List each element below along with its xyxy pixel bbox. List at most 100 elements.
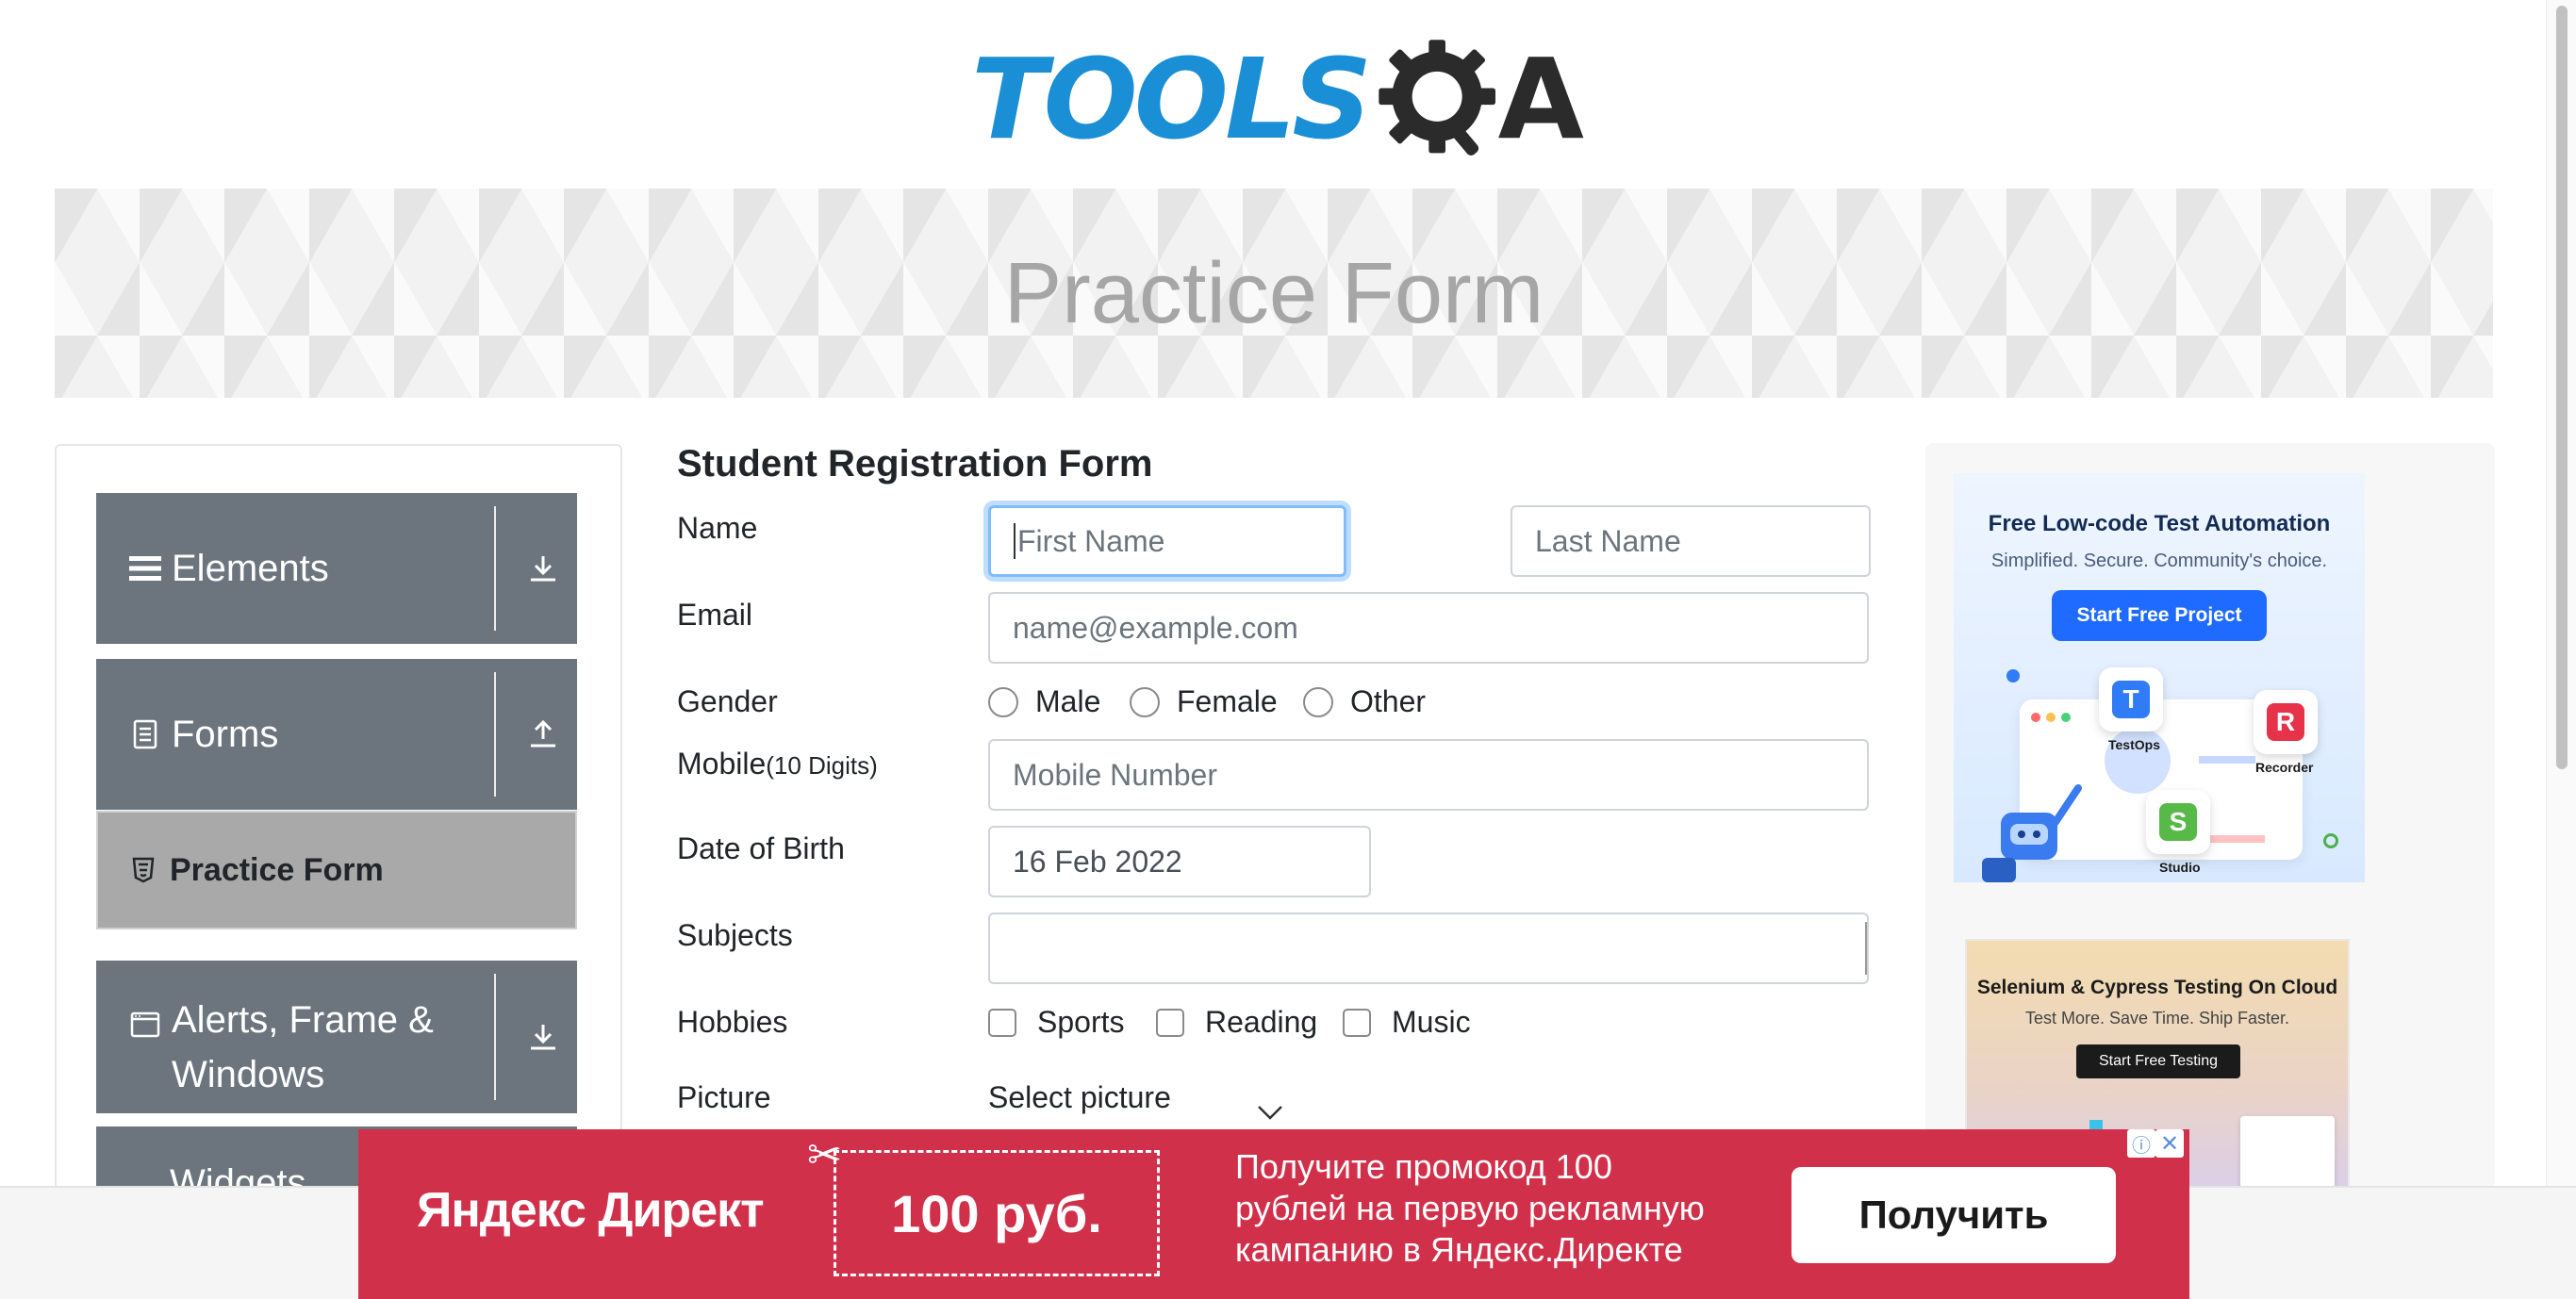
dob-value: 16 Feb 2022 <box>1013 844 1182 879</box>
line-decoration <box>2199 756 2255 764</box>
dot-icon <box>2046 713 2056 722</box>
gender-radio-female[interactable]: Female <box>1130 684 1278 719</box>
logo-text: TOOLS <box>971 34 1372 164</box>
last-name-input[interactable]: Last Name <box>1511 505 1871 577</box>
subjects-label: Subjects <box>677 918 793 952</box>
sidebar-group-alerts-frame-windows[interactable]: Alerts, Frame & Windows <box>96 961 577 1113</box>
ad-subtitle: Test More. Save Time. Ship Faster. <box>2024 1009 2290 1028</box>
dob-label: Date of Birth <box>677 831 845 865</box>
ad-message-line: кампанию в Яндекс.Директе <box>1235 1230 1683 1269</box>
html5-shield-icon <box>126 853 160 887</box>
dot-icon <box>2031 713 2040 722</box>
document-icon <box>128 717 162 751</box>
dot-icon <box>2006 669 2020 682</box>
window-icon <box>128 1008 162 1042</box>
mobile-input[interactable]: Mobile Number <box>988 739 1869 811</box>
checkbox-box[interactable] <box>1343 1008 1371 1037</box>
gear-magnifier-icon <box>1379 40 1496 156</box>
form-title: Student Registration Form <box>677 443 1153 485</box>
upload-arrow-icon[interactable] <box>522 714 564 755</box>
badge-label: Recorder <box>2255 760 2314 775</box>
badge-label: Studio <box>2159 860 2201 875</box>
robot-illustration-icon <box>1982 784 2082 882</box>
recorder-badge: R <box>2254 690 2318 754</box>
ad-subtitle: Simplified. Secure. Community's choice. <box>1990 551 2328 571</box>
hobby-checkbox-sports[interactable]: Sports <box>988 1005 1124 1040</box>
download-arrow-icon[interactable] <box>522 548 564 589</box>
first-name-input[interactable]: First Name <box>988 505 1346 577</box>
radio-label: Other <box>1350 684 1427 718</box>
gender-radio-other[interactable]: Other <box>1303 684 1426 719</box>
hobby-checkbox-reading[interactable]: Reading <box>1156 1005 1317 1040</box>
gender-label: Gender <box>677 684 778 718</box>
first-name-placeholder: First Name <box>1017 523 1165 558</box>
start-free-project-button[interactable]: Start Free Project <box>2052 590 2267 641</box>
gender-radio-male[interactable]: Male <box>988 684 1100 719</box>
chevron-down-icon <box>1258 1106 1282 1120</box>
radio-circle[interactable] <box>1303 686 1333 717</box>
testops-icon: T <box>2112 681 2150 718</box>
radio-label: Male <box>1035 684 1101 718</box>
text-caret <box>1014 523 1016 559</box>
sidebar-group-forms[interactable]: Forms <box>96 659 577 810</box>
select-picture-button[interactable]: Select picture <box>988 1080 1171 1115</box>
page-banner: Practice Form <box>55 189 2493 398</box>
last-name-placeholder: Last Name <box>1535 523 1681 558</box>
radio-circle[interactable] <box>988 686 1018 717</box>
sidebar-item-practice-form[interactable]: Practice Form <box>96 811 577 929</box>
recorder-icon: R <box>2267 703 2304 741</box>
radio-label: Female <box>1177 684 1278 718</box>
checkbox-box[interactable] <box>988 1008 1016 1037</box>
hamburger-icon <box>128 551 162 585</box>
ad-title: Selenium & Cypress Testing On Cloud <box>1976 977 2338 998</box>
divider <box>494 974 496 1100</box>
email-input[interactable]: name@example.com <box>988 592 1869 664</box>
badge-label: TestOps <box>2108 737 2160 752</box>
subjects-input[interactable] <box>988 913 1869 984</box>
date-of-birth-input[interactable]: 16 Feb 2022 <box>988 826 1371 897</box>
mobile-label: Mobile(10 Digits) <box>677 747 878 781</box>
registration-form: Student Registration Form Name First Nam… <box>677 443 1871 1131</box>
ad-close-icon[interactable]: ✕ <box>2155 1129 2184 1158</box>
sidebar-group-elements[interactable]: Elements <box>96 493 577 644</box>
studio-badge: S <box>2146 790 2210 854</box>
ad-column: Free Low-code Test Automation Simplified… <box>1925 443 2495 1188</box>
ring-icon <box>2323 833 2338 848</box>
ad-message-line: рублей на первую рекламную <box>1235 1189 1705 1227</box>
page-scrollbar[interactable] <box>2546 0 2576 1188</box>
sidebar-group-label-line2: Windows <box>172 1054 325 1095</box>
mobile-placeholder: Mobile Number <box>1013 757 1217 792</box>
ad-message-line: Получите промокод 100 <box>1235 1147 1612 1186</box>
checkbox-label: Reading <box>1205 1005 1318 1039</box>
ad-info-icon[interactable]: ⓘ <box>2127 1129 2155 1158</box>
page-title: Practice Form <box>1003 244 1544 341</box>
mobile-hint: (10 Digits) <box>766 751 878 780</box>
checkbox-box[interactable] <box>1156 1008 1184 1037</box>
toolsqa-logo[interactable]: TOOLS A <box>971 28 1584 170</box>
checkbox-label: Sports <box>1037 1005 1125 1039</box>
email-placeholder: name@example.com <box>1013 610 1298 645</box>
name-label: Name <box>677 511 758 545</box>
logo-text-end: A <box>1497 34 1584 164</box>
ad-low-code-automation[interactable]: Free Low-code Test Automation Simplified… <box>1954 473 2365 882</box>
get-promo-button[interactable]: Получить <box>1792 1167 2116 1263</box>
download-arrow-icon[interactable] <box>522 1016 564 1058</box>
page: TOOLS A Practice Form Elements Forms Pra… <box>0 0 2576 1299</box>
divider <box>494 506 496 631</box>
radio-circle[interactable] <box>1130 686 1160 717</box>
input-cursor-line <box>1865 922 1867 975</box>
ad-title: Free Low-code Test Automation <box>1988 511 2331 536</box>
picture-label: Picture <box>677 1080 771 1114</box>
sidebar-item-label: Practice Form <box>170 851 384 888</box>
sidebar-group-label: Forms <box>172 713 279 755</box>
coupon-amount: 100 руб. <box>834 1150 1160 1276</box>
hobby-checkbox-music[interactable]: Music <box>1343 1005 1471 1040</box>
divider <box>494 672 496 797</box>
hobbies-label: Hobbies <box>677 1005 788 1039</box>
ad-message: Получите промокод 100 рублей на первую р… <box>1235 1146 1801 1271</box>
yandex-direct-ad[interactable]: Яндекс Директ ✂ 100 руб. Получите промок… <box>358 1129 2189 1299</box>
start-free-testing-button[interactable]: Start Free Testing <box>2076 1044 2240 1078</box>
scrollbar-thumb[interactable] <box>2556 6 2568 769</box>
checkbox-label: Music <box>1392 1005 1471 1039</box>
mobile-label-text: Mobile <box>677 747 767 781</box>
